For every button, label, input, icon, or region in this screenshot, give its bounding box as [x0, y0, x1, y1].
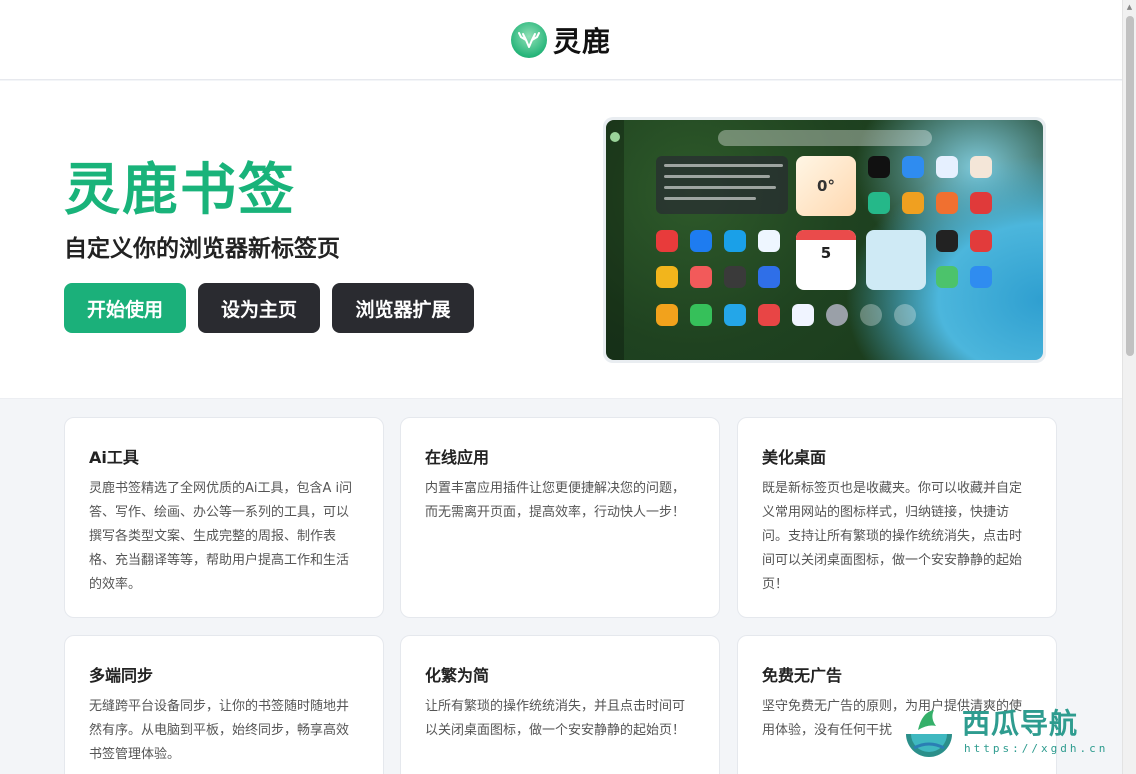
feature-text: 既是新标签页也是收藏夹。你可以收藏并自定义常用网站的图标样式，归纳链接，快捷访问… — [762, 481, 1023, 592]
preview-app-icon — [936, 156, 958, 178]
brand-name: 灵鹿 — [552, 24, 611, 58]
preview-app-icon — [868, 156, 890, 178]
preview-note-widget — [866, 230, 926, 290]
preview-app-icon — [936, 266, 958, 288]
preview-app-icon — [758, 230, 780, 252]
preview-app-icon — [656, 304, 678, 326]
preview-app-icon — [724, 230, 746, 252]
preview-weather-widget: 0° — [796, 156, 856, 216]
preview-app-icon — [970, 156, 992, 178]
preview-app-icon — [970, 230, 992, 252]
scrollbar-thumb[interactable] — [1126, 16, 1134, 356]
browser-extension-button[interactable]: 浏览器扩展 — [332, 283, 474, 333]
preview-app-icon — [758, 304, 780, 326]
feature-card: Ai工具 灵鹿书签精选了全网优质的Ai工具，包含A i问答、写作、绘画、办公等一… — [64, 417, 384, 618]
preview-app-icon — [656, 230, 678, 252]
preview-app-icon — [758, 266, 780, 288]
preview-app-icon — [724, 266, 746, 288]
preview-calendar-day: 5 — [820, 244, 832, 262]
newtab-preview-image: 0° 5 — [603, 117, 1046, 363]
feature-card: 多端同步 无缝跨平台设备同步，让你的书签随时随地井然有序。从电脑到平板，始终同步… — [64, 635, 384, 774]
preview-app-icon — [690, 266, 712, 288]
scroll-up-arrow-icon[interactable]: ▲ — [1123, 0, 1136, 14]
hero-title: 灵鹿书签 — [64, 158, 296, 223]
top-header: 灵鹿 — [0, 0, 1122, 80]
feature-text: 内置丰富应用插件让您更便捷解决您的问题，而无需离开页面，提高效率，行动快人一步！ — [425, 481, 686, 520]
preview-weather-temp: 0° — [817, 177, 835, 195]
feature-title: 免费无广告 — [762, 666, 843, 685]
feature-text: 让所有繁琐的操作统统消失，并且点击时间可以关闭桌面图标，做一个安安静静的起始页！ — [425, 699, 686, 738]
preview-app-icon — [690, 230, 712, 252]
watermark-url: https://xgdh.cn — [964, 742, 1109, 755]
vertical-scrollbar[interactable]: ▲ — [1122, 0, 1136, 774]
hero-subtitle: 自定义你的浏览器新标签页 — [64, 236, 340, 262]
preview-app-icon — [860, 304, 882, 326]
preview-search-bar — [718, 130, 932, 146]
page: 灵鹿 灵鹿书签 自定义你的浏览器新标签页 开始使用 设为主页 浏览器扩展 0° … — [0, 0, 1122, 774]
feature-text: 灵鹿书签精选了全网优质的Ai工具，包含A i问答、写作、绘画、办公等一系列的工具… — [89, 481, 353, 592]
preview-app-icon — [894, 304, 916, 326]
feature-title: 在线应用 — [425, 448, 490, 467]
brand[interactable]: 灵鹿 — [510, 20, 611, 60]
watermelon-logo-icon — [900, 704, 958, 762]
feature-title: 美化桌面 — [762, 448, 827, 467]
hero-buttons: 开始使用 设为主页 浏览器扩展 — [64, 283, 474, 333]
preview-app-icon — [936, 192, 958, 214]
preview-calendar-widget: 5 — [796, 230, 856, 290]
preview-app-icon — [970, 266, 992, 288]
watermark-name: 西瓜导航 — [962, 707, 1079, 740]
hero-section: 灵鹿书签 自定义你的浏览器新标签页 开始使用 设为主页 浏览器扩展 0° 5 — [0, 81, 1122, 399]
preview-app-icon — [902, 156, 924, 178]
deer-logo-icon — [510, 21, 547, 58]
preview-app-icon — [724, 304, 746, 326]
preview-app-icon — [868, 192, 890, 214]
preview-avatar-icon — [610, 132, 620, 142]
feature-card: 化繁为简 让所有繁琐的操作统统消失，并且点击时间可以关闭桌面图标，做一个安安静静… — [400, 635, 720, 774]
preview-sidebar — [606, 120, 624, 360]
preview-app-icon — [826, 304, 848, 326]
preview-app-icon — [936, 230, 958, 252]
feature-text: 无缝跨平台设备同步，让你的书签随时随地井然有序。从电脑到平板，始终同步，畅享高效… — [89, 699, 350, 762]
preview-app-icon — [902, 192, 924, 214]
feature-title: 化繁为简 — [425, 666, 490, 685]
feature-title: Ai工具 — [89, 448, 139, 467]
preview-app-icon — [792, 304, 814, 326]
preview-app-icon — [656, 266, 678, 288]
start-button[interactable]: 开始使用 — [64, 283, 186, 333]
preview-screen: 0° 5 — [606, 120, 1043, 360]
preview-app-icon — [970, 192, 992, 214]
preview-news-widget — [656, 156, 788, 214]
preview-app-icon — [690, 304, 712, 326]
feature-card: 美化桌面 既是新标签页也是收藏夹。你可以收藏并自定义常用网站的图标样式，归纳链接… — [737, 417, 1057, 618]
feature-title: 多端同步 — [89, 666, 154, 685]
set-home-button[interactable]: 设为主页 — [198, 283, 320, 333]
watermark: 西瓜导航 https://xgdh.cn — [900, 694, 1122, 774]
feature-card: 在线应用 内置丰富应用插件让您更便捷解决您的问题，而无需离开页面，提高效率，行动… — [400, 417, 720, 618]
